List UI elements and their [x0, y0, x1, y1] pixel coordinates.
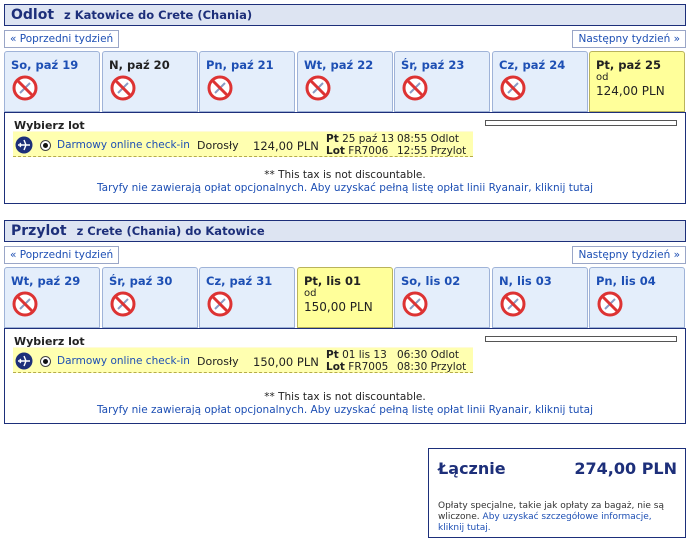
inbound-section: Przylot z Crete (Chania) do Katowice: [4, 220, 686, 242]
day-price: 124,00 PLN: [596, 84, 665, 98]
outbound-day-0: So, paź 19: [4, 51, 100, 112]
flight-radio[interactable]: [40, 356, 51, 367]
outbound-header: Odlot z Katowice do Crete (Chania): [4, 4, 686, 26]
no-flight-icon: [207, 75, 233, 101]
flight-fare: 150,00 PLN: [253, 355, 319, 369]
flight-radio[interactable]: [40, 140, 51, 151]
inbound-day-0: Wt, paź 29: [4, 267, 100, 328]
plane-icon: [15, 136, 33, 154]
flight-number: FR7005: [348, 361, 389, 373]
day-label: Pn, paź 21: [206, 58, 274, 72]
total-value: 274,00 PLN: [574, 459, 677, 478]
outbound-route: z Katowice do Crete (Chania): [64, 8, 253, 22]
total-note: Opłaty specjalne, takie jak opłaty za ba…: [438, 501, 678, 534]
outbound-section: Odlot z Katowice do Crete (Chania): [4, 4, 686, 26]
no-flight-icon: [207, 291, 233, 317]
day-label: Śr, paź 23: [401, 58, 465, 72]
flight-date: 01 lis 13: [342, 349, 387, 361]
outbound-day-6-selected[interactable]: Pt, paź 25 od 124,00 PLN: [589, 51, 685, 112]
no-flight-icon: [597, 291, 623, 317]
flight-number: FR7006: [348, 145, 389, 157]
flight-fare: 124,00 PLN: [253, 139, 319, 153]
inbound-day-3-selected[interactable]: Pt, lis 01 od 150,00 PLN: [297, 267, 393, 328]
flight-day: Pt: [326, 133, 339, 145]
outbound-day-3: Wt, paź 22: [297, 51, 393, 112]
total-box: Łącznie 274,00 PLN Opłaty specjalne, tak…: [428, 448, 686, 538]
outbound-title: Odlot: [11, 7, 55, 23]
inbound-day-tabs: Wt, paź 29 Śr, paź 30 Cz, paź 31 Pt, lis…: [4, 267, 686, 328]
passenger-type: Dorosły: [197, 355, 239, 368]
no-flight-icon: [12, 75, 38, 101]
inbound-day-1: Śr, paź 30: [102, 267, 198, 328]
no-flight-icon: [500, 291, 526, 317]
arrival-time: 08:30 Przylot: [397, 361, 467, 373]
inbound-flight-row[interactable]: Darmowy online check-in Dorosły 150,00 P…: [13, 347, 473, 373]
no-flight-icon: [12, 291, 38, 317]
tariff-link[interactable]: Taryfy nie zawierają opłat opcjonalnych.…: [5, 404, 685, 416]
online-checkin-link[interactable]: Darmowy online check-in: [57, 355, 190, 367]
flight-times: 08:55 Odlot 12:55 Przylot: [397, 133, 466, 157]
inbound-route: z Crete (Chania) do Katowice: [76, 224, 265, 238]
no-flight-icon: [402, 75, 428, 101]
no-flight-icon: [402, 291, 428, 317]
day-label: Pt, lis 01: [304, 274, 362, 288]
outbound-day-5: Cz, paź 24: [492, 51, 588, 112]
flight-info: Pt 01 lis 13 Lot FR7005: [326, 349, 388, 373]
day-price: 150,00 PLN: [304, 300, 373, 314]
no-flight-icon: [110, 75, 136, 101]
day-label: Śr, paź 30: [109, 274, 173, 288]
day-label: So, paź 19: [11, 58, 79, 72]
plane-icon: [15, 352, 33, 370]
inbound-day-2: Cz, paź 31: [199, 267, 295, 328]
flight-number-label: Lot: [326, 361, 345, 373]
outbound-day-2: Pn, paź 21: [199, 51, 295, 112]
outbound-day-4: Śr, paź 23: [394, 51, 490, 112]
no-flight-icon: [500, 75, 526, 101]
flight-number-label: Lot: [326, 145, 345, 157]
day-label: Pt, paź 25: [596, 58, 661, 72]
departure-time: 06:30 Odlot: [397, 349, 459, 361]
outbound-prev-week-button[interactable]: « Poprzedni tydzień: [4, 30, 120, 48]
inbound-day-4: So, lis 02: [394, 267, 490, 328]
progress-bar: [485, 120, 677, 126]
day-label: N, lis 03: [499, 274, 552, 288]
online-checkin-link[interactable]: Darmowy online check-in: [57, 139, 190, 151]
day-label: Wt, paź 29: [11, 274, 81, 288]
day-label: Cz, paź 24: [499, 58, 566, 72]
from-label: od: [596, 72, 609, 83]
inbound-header: Przylot z Crete (Chania) do Katowice: [4, 220, 686, 242]
inbound-next-week-button[interactable]: Następny tydzień »: [572, 246, 686, 264]
departure-time: 08:55 Odlot: [397, 133, 459, 145]
flight-day: Pt: [326, 349, 339, 361]
outbound-day-tabs: So, paź 19 N, paź 20 Pn, paź 21 Wt, paź …: [4, 51, 686, 112]
from-label: od: [304, 288, 317, 299]
inbound-prev-week-button[interactable]: « Poprzedni tydzień: [4, 246, 120, 264]
passenger-type: Dorosły: [197, 139, 239, 152]
outbound-next-week-button[interactable]: Następny tydzień »: [572, 30, 686, 48]
outbound-flight-row[interactable]: Darmowy online check-in Dorosły 124,00 P…: [13, 131, 473, 157]
flight-info: Pt 25 paź 13 Lot FR7006: [326, 133, 394, 157]
day-label: Pn, lis 04: [596, 274, 656, 288]
tariff-link[interactable]: Taryfy nie zawierają opłat opcjonalnych.…: [5, 182, 685, 194]
inbound-day-5: N, lis 03: [492, 267, 588, 328]
progress-bar: [485, 336, 677, 342]
inbound-title: Przylot: [11, 223, 67, 239]
day-label: Cz, paź 31: [206, 274, 273, 288]
inbound-day-6: Pn, lis 04: [589, 267, 685, 328]
tax-note: ** This tax is not discountable.: [264, 391, 426, 403]
outbound-day-1: N, paź 20: [102, 51, 198, 112]
arrival-time: 12:55 Przylot: [397, 145, 467, 157]
tax-note: ** This tax is not discountable.: [264, 169, 426, 181]
no-flight-icon: [110, 291, 136, 317]
flight-times: 06:30 Odlot 08:30 Przylot: [397, 349, 466, 373]
day-label: So, lis 02: [401, 274, 461, 288]
outbound-flight-panel: Wybierz lot Darmowy online check-in Doro…: [4, 112, 686, 204]
no-flight-icon: [305, 75, 331, 101]
day-label: N, paź 20: [109, 58, 170, 72]
flight-date: 25 paź 13: [342, 133, 395, 145]
inbound-flight-panel: Wybierz lot Darmowy online check-in Doro…: [4, 328, 686, 424]
day-label: Wt, paź 22: [304, 58, 374, 72]
total-label: Łącznie: [438, 459, 506, 478]
